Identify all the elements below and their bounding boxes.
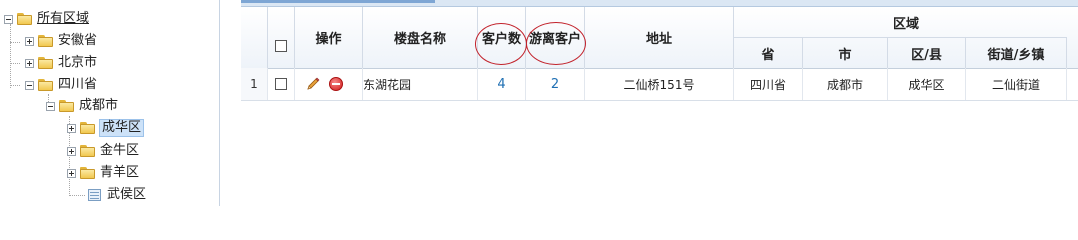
row-number: 1: [241, 68, 268, 100]
active-tab-indicator: [241, 0, 435, 3]
grid-header: 操作 楼盘名称 客户数 游离客户 地址 区域 省 市 区/县 街道/乡镇: [241, 7, 1078, 69]
cell-street: 二仙街道: [966, 68, 1067, 100]
folder-icon: [80, 167, 96, 179]
tree-node-label[interactable]: 金牛区: [99, 143, 140, 159]
header-street[interactable]: 街道/乡镇: [966, 37, 1067, 68]
pencil-icon[interactable]: [305, 76, 321, 92]
tree-node-label[interactable]: 北京市: [57, 55, 98, 71]
table-row[interactable]: 1 东湖花园 4 2 二仙桥151号 四川省 成都市 成华区 二仙街道: [241, 68, 1078, 101]
region-tree: 所有区域 安徽省 北京市 四川省 成都市 成华区 金牛区 青羊区 武侯区: [0, 0, 220, 206]
building-grid: 操作 楼盘名称 客户数 游离客户 地址 区域 省 市 区/县 街道/乡镇 1 东…: [241, 0, 1078, 206]
row-action-cell: [295, 68, 363, 100]
header-action: 操作: [295, 7, 363, 68]
free-customer-link[interactable]: 2: [551, 77, 559, 92]
folder-icon: [59, 100, 75, 112]
tree-connector: [10, 42, 20, 43]
tree-node-root[interactable]: 所有区域: [4, 9, 90, 29]
header-province[interactable]: 省: [734, 37, 803, 68]
expand-toggle-icon[interactable]: [67, 146, 76, 156]
tree-node-label[interactable]: 安徽省: [57, 33, 98, 49]
tree-connector: [69, 195, 85, 196]
header-building-name[interactable]: 楼盘名称: [363, 7, 478, 68]
tree-connector: [10, 63, 20, 64]
cell-customer-count[interactable]: 4: [478, 68, 526, 100]
cell-city: 成都市: [803, 68, 888, 100]
collapse-toggle-icon[interactable]: [25, 80, 34, 90]
folder-icon: [17, 13, 33, 25]
delete-icon[interactable]: [329, 77, 343, 91]
header-select-all[interactable]: [268, 7, 295, 68]
cell-building-name: 东湖花园: [363, 68, 478, 100]
cell-address: 二仙桥151号: [585, 68, 734, 100]
tree-node-label[interactable]: 所有区域: [36, 11, 90, 27]
header-free-customer[interactable]: 游离客户: [526, 7, 585, 68]
tree-node-anhui[interactable]: 安徽省: [25, 31, 98, 51]
tree-connector: [10, 85, 20, 86]
expand-toggle-icon[interactable]: [67, 168, 76, 178]
cell-free-customer[interactable]: 2: [526, 68, 585, 100]
tree-node-label[interactable]: 青羊区: [99, 165, 140, 181]
header-district[interactable]: 区/县: [888, 37, 966, 68]
expand-toggle-icon[interactable]: [25, 58, 34, 68]
tree-node-label[interactable]: 武侯区: [106, 187, 147, 203]
tree-node-qingyang[interactable]: 青羊区: [67, 163, 140, 183]
row-select-cell[interactable]: [268, 68, 295, 100]
grid-top-strip: [241, 0, 1078, 7]
tree-node-sichuan[interactable]: 四川省: [25, 75, 98, 95]
cell-province: 四川省: [734, 68, 803, 100]
document-icon: [88, 189, 101, 201]
folder-icon: [38, 35, 54, 47]
tree-node-label[interactable]: 成都市: [78, 98, 119, 114]
collapse-toggle-icon[interactable]: [4, 14, 13, 24]
header-city[interactable]: 市: [803, 37, 888, 68]
header-rownum: [241, 7, 268, 68]
tree-node-label-selected[interactable]: 成华区: [99, 119, 145, 137]
checkbox-icon[interactable]: [275, 39, 287, 52]
header-address[interactable]: 地址: [585, 7, 734, 68]
folder-icon: [38, 79, 54, 91]
tree-node-chengdu[interactable]: 成都市: [46, 96, 119, 116]
expand-toggle-icon[interactable]: [67, 123, 76, 133]
folder-icon: [38, 57, 54, 69]
checkbox-icon[interactable]: [275, 78, 287, 90]
folder-icon: [80, 122, 96, 134]
tree-connector: [10, 24, 11, 88]
tree-node-label[interactable]: 四川省: [57, 77, 98, 93]
tree-node-jinniu[interactable]: 金牛区: [67, 141, 140, 161]
folder-icon: [80, 145, 96, 157]
tree-node-wuhou[interactable]: 武侯区: [88, 185, 147, 205]
expand-toggle-icon[interactable]: [25, 36, 34, 46]
tree-node-chenghua[interactable]: 成华区: [67, 118, 145, 138]
customer-count-link[interactable]: 4: [497, 77, 505, 92]
cell-district: 成华区: [888, 68, 966, 100]
collapse-toggle-icon[interactable]: [46, 101, 55, 111]
header-region-group: 区域: [892, 16, 919, 32]
tree-node-beijing[interactable]: 北京市: [25, 53, 98, 73]
header-customer-count[interactable]: 客户数: [478, 7, 526, 68]
